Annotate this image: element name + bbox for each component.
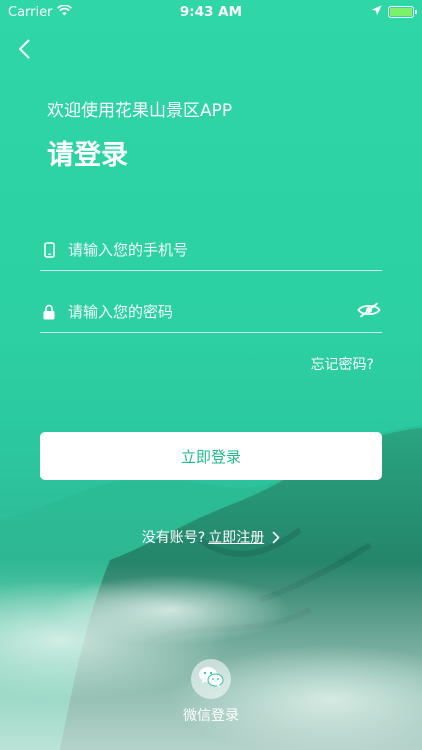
chevron-right-icon[interactable]	[272, 531, 280, 544]
battery-fill	[390, 8, 412, 16]
status-right	[371, 5, 417, 20]
register-prompt: 没有账号?	[141, 530, 206, 546]
wechat-login-button[interactable]	[191, 659, 231, 699]
page-title: 请登录	[47, 140, 128, 171]
forgot-password-link[interactable]: 忘记密码?	[311, 354, 374, 374]
wechat-icon	[198, 666, 224, 692]
back-button[interactable]	[12, 38, 36, 64]
welcome-text: 欢迎使用花果山景区APP	[47, 101, 233, 121]
phone-icon	[42, 241, 56, 259]
carrier-label: Carrier	[8, 4, 53, 20]
password-visibility-toggle[interactable]	[356, 302, 382, 322]
phone-field	[40, 229, 382, 271]
password-field	[40, 291, 382, 333]
chevron-left-icon	[18, 39, 30, 63]
battery-icon	[388, 6, 417, 18]
eye-hidden-icon	[357, 302, 381, 322]
wifi-icon	[57, 3, 73, 20]
wechat-login-label: 微信登录	[183, 708, 239, 724]
status-left: Carrier	[8, 3, 73, 20]
register-row: 没有账号? 立即注册	[0, 527, 422, 547]
login-button[interactable]: 立即登录	[40, 432, 382, 480]
password-input[interactable]	[68, 302, 356, 321]
status-bar: Carrier 9:43 AM	[0, 0, 422, 24]
phone-input[interactable]	[68, 240, 382, 259]
register-link[interactable]: 立即注册	[208, 527, 264, 547]
lock-icon	[42, 303, 56, 321]
location-arrow-icon	[371, 5, 382, 20]
